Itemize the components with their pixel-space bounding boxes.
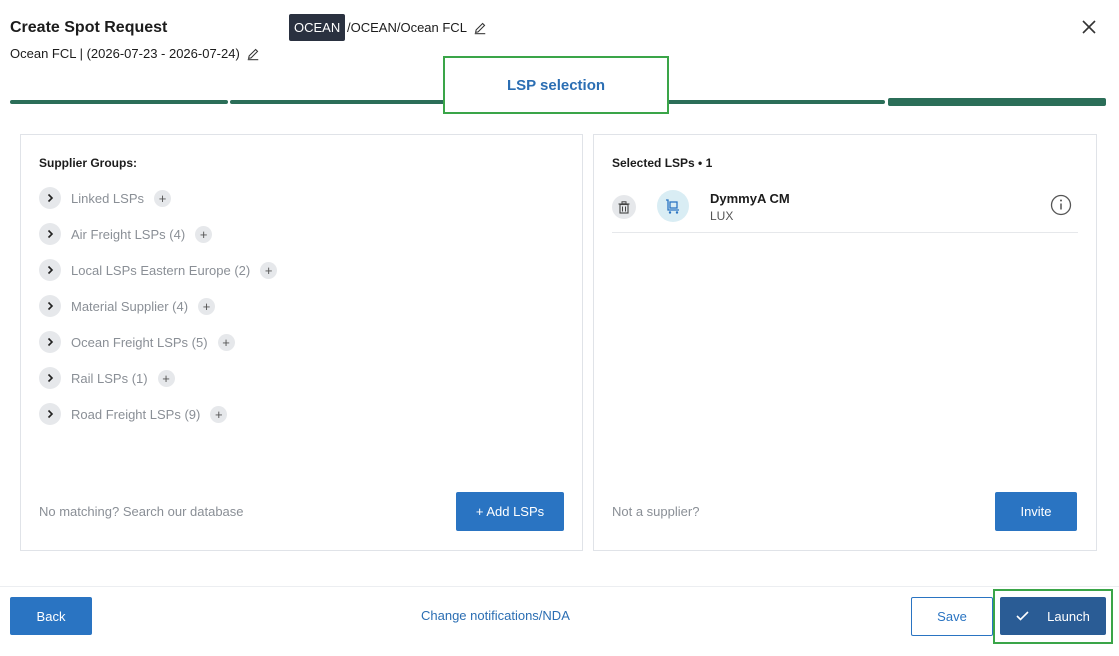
info-icon[interactable] [1050,194,1072,216]
supplier-groups-panel: Supplier Groups: Linked LSPs + Air Freig… [20,134,583,551]
supplier-group[interactable]: Ocean Freight LSPs (5) + [39,331,235,353]
request-summary-text: Ocean FCL | (2026-07-23 - 2026-07-24) [10,46,240,61]
selected-lsps-panel: Selected LSPs • 1 DymmyA CM LUX Not a su… [593,134,1097,551]
chevron-right-icon[interactable] [39,331,61,353]
chevron-right-icon[interactable] [39,223,61,245]
supplier-group-label: Ocean Freight LSPs (5) [71,334,208,350]
supplier-group-label: Material Supplier (4) [71,298,189,314]
supplier-group-label: Local LSPs Eastern Europe (2) [71,262,251,278]
supplier-group-label: Linked LSPs [71,190,144,206]
close-icon[interactable] [1078,16,1100,38]
step-1-bar [10,100,228,104]
step-4-bar [888,98,1106,106]
launch-highlight: Launch [993,589,1113,644]
step-2-bar [230,100,446,104]
supplier-group-label: Road Freight LSPs (9) [71,406,201,422]
supplier-group[interactable]: Material Supplier (4) + [39,295,216,317]
chevron-right-icon[interactable] [39,259,61,281]
page-title: Create Spot Request [10,19,168,36]
mode-path: /OCEAN/Ocean FCL [347,20,487,35]
supplier-group-label: Air Freight LSPs (4) [71,226,186,242]
not-a-supplier-hint: Not a supplier? [612,504,700,519]
save-button[interactable]: Save [911,597,993,636]
supplier-group[interactable]: Air Freight LSPs (4) + [39,223,213,245]
supplier-group[interactable]: Road Freight LSPs (9) + [39,403,228,425]
chevron-right-icon[interactable] [39,295,61,317]
step-label-lsp-selection: LSP selection [443,56,669,114]
lsp-country: LUX [710,209,734,223]
invite-button[interactable]: Invite [995,492,1077,531]
lsp-name: DymmyA CM [710,191,790,206]
mode-path-text: /OCEAN/Ocean FCL [347,20,467,35]
chevron-right-icon[interactable] [39,403,61,425]
add-group-icon[interactable]: + [260,261,278,279]
supplier-group[interactable]: Rail LSPs (1) + [39,367,175,389]
add-group-icon[interactable]: + [157,369,175,387]
edit-mode-icon[interactable] [473,21,487,35]
add-group-icon[interactable]: + [195,225,213,243]
add-group-icon[interactable]: + [217,333,235,351]
chevron-right-icon[interactable] [39,367,61,389]
add-group-icon[interactable]: + [198,297,216,315]
supplier-group-label: Rail LSPs (1) [71,370,148,386]
add-group-icon[interactable]: + [154,189,171,207]
request-summary: Ocean FCL | (2026-07-23 - 2026-07-24) [10,46,260,61]
launch-label: Launch [1047,608,1090,624]
supplier-groups-heading: Supplier Groups: [39,156,138,170]
footer-divider [0,586,1119,587]
check-icon [1016,611,1029,621]
back-button[interactable]: Back [10,597,92,635]
lsp-cart-icon [657,190,689,222]
add-group-icon[interactable]: + [210,405,228,423]
supplier-group[interactable]: Local LSPs Eastern Europe (2) + [39,259,278,281]
list-item: DymmyA CM LUX [612,187,1078,233]
chevron-right-icon[interactable] [39,187,61,209]
edit-summary-icon[interactable] [246,47,260,61]
trash-icon[interactable] [612,195,636,219]
change-notifications-link[interactable]: Change notifications/NDA [421,608,570,623]
add-lsps-button[interactable]: + Add LSPs [456,492,564,531]
launch-button[interactable]: Launch [1000,597,1106,635]
selected-lsps-heading: Selected LSPs • 1 [612,156,713,170]
mode-badge: OCEAN [289,14,346,41]
search-database-hint: No matching? Search our database [39,504,244,519]
supplier-group[interactable]: Linked LSPs + [39,187,171,209]
